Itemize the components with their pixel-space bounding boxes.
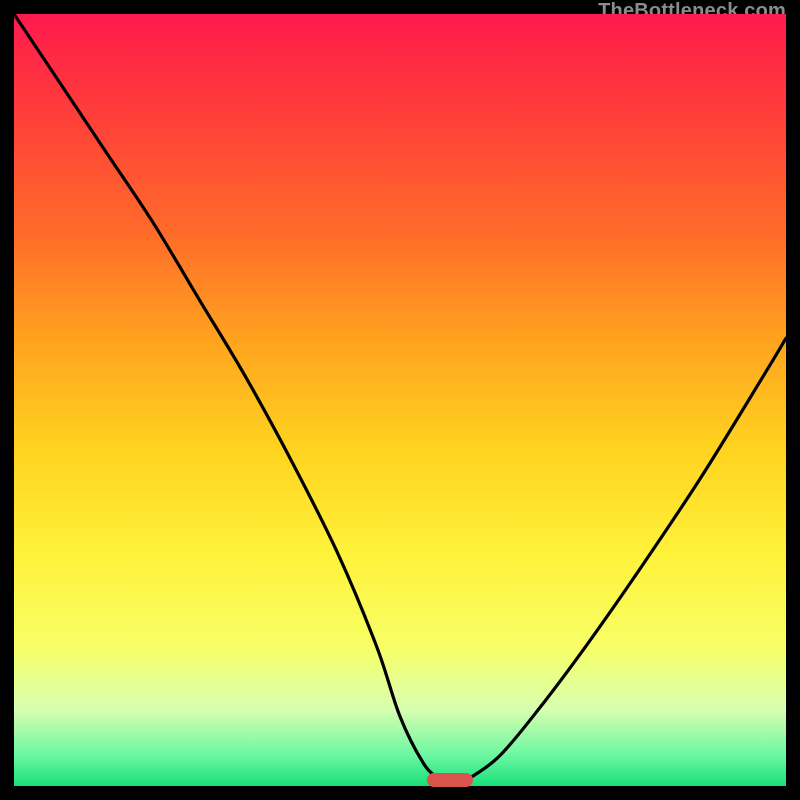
plot-area bbox=[14, 14, 786, 786]
bottleneck-curve bbox=[14, 14, 786, 786]
optimal-marker bbox=[427, 773, 473, 787]
chart-frame: TheBottleneck.com bbox=[0, 0, 800, 800]
curve-svg bbox=[14, 14, 786, 786]
